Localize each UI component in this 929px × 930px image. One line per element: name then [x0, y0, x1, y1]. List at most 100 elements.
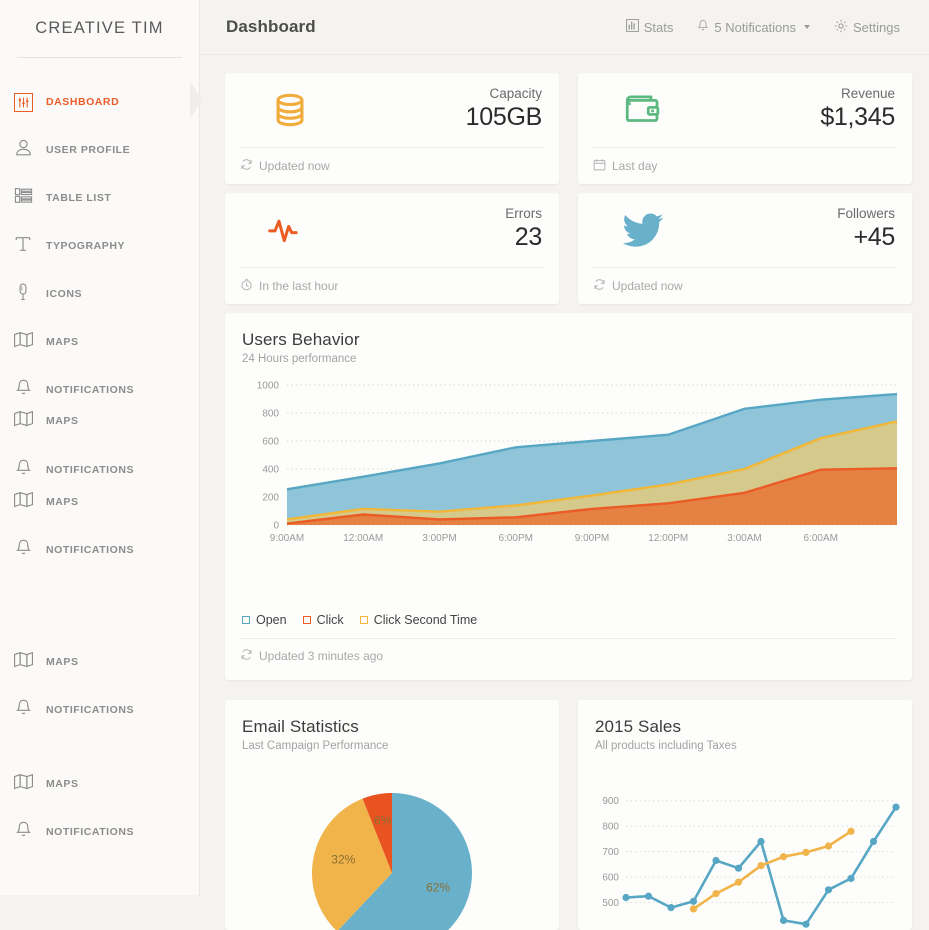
- bell-icon: [15, 378, 32, 402]
- stat-value: 23: [514, 222, 543, 251]
- stat-top: Followers +45: [578, 193, 912, 267]
- stat-label: Errors: [505, 205, 542, 221]
- wallet-icon: [588, 89, 698, 131]
- nav-settings-label: Settings: [853, 19, 900, 35]
- bell-icon-wrap: [0, 378, 46, 402]
- svg-text:200: 200: [262, 493, 279, 504]
- sidebar-item-user-profile[interactable]: USER PROFILE: [0, 130, 200, 170]
- stat-text: Revenue $1,345: [698, 86, 895, 133]
- sidebar-item-typography[interactable]: TYPOGRAPHY: [0, 226, 200, 266]
- brand-divider: [17, 57, 182, 58]
- nav-notifications-label: 5 Notifications: [714, 19, 797, 35]
- stat-value: 105GB: [465, 102, 543, 131]
- nav-settings-button[interactable]: Settings: [822, 19, 912, 36]
- stat-card-revenue[interactable]: Revenue $1,345 Last day: [578, 73, 912, 184]
- sidebar-item-notifications[interactable]: NOTIFICATIONS: [0, 812, 200, 852]
- map-icon: [13, 773, 34, 795]
- map-icon-wrap: [0, 491, 46, 513]
- active-item-pointer: [190, 82, 203, 118]
- legend-swatch: [302, 616, 311, 624]
- stat-footer: Updated now: [578, 268, 912, 304]
- stat-card-errors[interactable]: Errors 23 In the last hour: [225, 193, 559, 304]
- svg-text:32%: 32%: [331, 853, 355, 867]
- dashboard-icon: [13, 92, 33, 112]
- svg-text:0: 0: [273, 521, 279, 532]
- card-header: 2015 Sales All products including Taxes: [578, 700, 912, 752]
- bell-icon: [15, 698, 32, 722]
- svg-text:62%: 62%: [426, 880, 450, 894]
- svg-text:800: 800: [262, 409, 279, 420]
- card-subtitle: All products including Taxes: [595, 740, 737, 752]
- sidebar-item-dashboard[interactable]: DASHBOARD: [0, 82, 200, 122]
- legend-item[interactable]: Click Second Time: [359, 613, 477, 627]
- map-icon: [13, 410, 34, 432]
- pin-icon: [18, 282, 28, 307]
- bell-icon: [15, 538, 32, 562]
- stats-icon: [625, 19, 639, 35]
- svg-text:700: 700: [602, 847, 619, 858]
- refresh-icon: [593, 278, 606, 294]
- divider: [240, 638, 897, 639]
- sidebar-item-label: NOTIFICATIONS: [46, 704, 135, 716]
- map-icon: [13, 491, 34, 513]
- svg-text:12:00PM: 12:00PM: [648, 533, 688, 544]
- stat-card-capacity[interactable]: Capacity 105GB Updated now: [225, 73, 559, 184]
- bell-icon: [697, 19, 709, 36]
- stat-text: Followers +45: [698, 206, 895, 253]
- sidebar-item-maps[interactable]: MAPS: [0, 764, 200, 804]
- bell-icon-wrap: [0, 458, 46, 482]
- sidebar-item-icons[interactable]: ICONS: [0, 274, 200, 314]
- sidebar-item-label: TABLE LIST: [46, 192, 112, 204]
- sidebar-item-maps[interactable]: MAPS: [0, 401, 200, 441]
- typography-icon: [14, 235, 32, 258]
- svg-text:400: 400: [262, 465, 279, 476]
- svg-text:600: 600: [262, 437, 279, 448]
- bell-icon: [15, 820, 32, 844]
- stat-footer-label: In the last hour: [259, 279, 339, 293]
- user-icon-wrap: [0, 138, 46, 162]
- stat-value: $1,345: [820, 102, 895, 131]
- twitter-icon: [588, 211, 698, 249]
- chevron-down-icon: [804, 25, 811, 29]
- stat-label: Capacity: [489, 85, 542, 101]
- legend-label: Open: [256, 613, 287, 627]
- stat-footer: In the last hour: [225, 268, 559, 304]
- svg-text:12:00AM: 12:00AM: [343, 533, 383, 544]
- stat-footer-label: Last day: [612, 159, 658, 173]
- svg-text:6:00PM: 6:00PM: [499, 533, 533, 544]
- sidebar-item-maps[interactable]: MAPS: [0, 482, 200, 522]
- stat-top: Revenue $1,345: [578, 73, 912, 147]
- sidebar-item-table-list[interactable]: TABLE LIST: [0, 178, 200, 218]
- svg-text:900: 900: [602, 796, 619, 807]
- nav-stats-button[interactable]: Stats: [614, 19, 686, 35]
- sidebar-item-maps[interactable]: MAPS: [0, 322, 200, 362]
- sidebar-item-maps[interactable]: MAPS: [0, 642, 200, 682]
- pulse-icon: [235, 210, 345, 250]
- brand-logo[interactable]: CREATIVE TIM: [0, 0, 199, 57]
- email-statistics-card: Email Statistics Last Campaign Performan…: [225, 700, 559, 930]
- map-icon: [13, 331, 34, 353]
- sales-card: 2015 Sales All products including Taxes …: [578, 700, 912, 930]
- legend-item[interactable]: Open: [242, 613, 287, 627]
- chart-legend: Open Click Click Second Time: [242, 613, 477, 627]
- card-footer-label: Updated 3 minutes ago: [259, 649, 384, 663]
- sidebar-item-notifications[interactable]: NOTIFICATIONS: [0, 690, 200, 730]
- sidebar-item-label: NOTIFICATIONS: [46, 464, 135, 476]
- sidebar-item-label: MAPS: [46, 415, 79, 427]
- map-icon-wrap: [0, 651, 46, 673]
- svg-text:9:00PM: 9:00PM: [575, 533, 609, 544]
- legend-swatch: [242, 616, 250, 624]
- email-pie-chart: 62% 32% 6%: [311, 793, 472, 930]
- bell-icon-wrap: [0, 820, 46, 844]
- sidebar-item-label: ICONS: [46, 288, 83, 300]
- typography-icon-wrap: [0, 235, 46, 258]
- nav-notifications-button[interactable]: 5 Notifications: [685, 19, 822, 36]
- user-icon: [14, 138, 33, 162]
- card-header: Users Behavior 24 Hours performance: [225, 313, 912, 365]
- svg-text:1000: 1000: [257, 381, 280, 392]
- stat-card-followers[interactable]: Followers +45 Updated now: [578, 193, 912, 304]
- legend-label: Click: [316, 613, 344, 627]
- sidebar-item-notifications[interactable]: NOTIFICATIONS: [0, 530, 200, 570]
- legend-item[interactable]: Click: [302, 613, 344, 627]
- svg-text:800: 800: [602, 822, 619, 833]
